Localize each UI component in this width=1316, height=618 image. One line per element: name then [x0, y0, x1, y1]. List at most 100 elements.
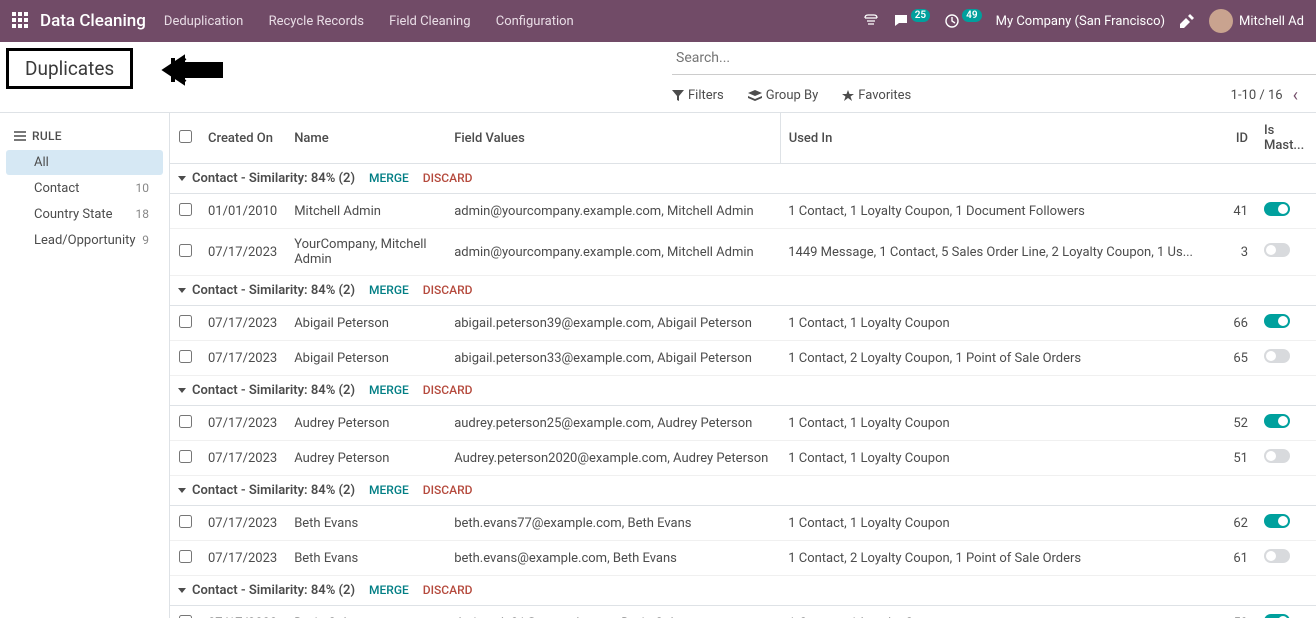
- row-checkbox[interactable]: [179, 550, 192, 563]
- group-title: Contact - Similarity: 84% (2): [192, 483, 355, 498]
- table-row[interactable]: 07/17/2023Beth Evansbeth.evans77@example…: [170, 506, 1316, 541]
- title-row: Duplicates Filters Group By Favorites 1-…: [0, 42, 1316, 112]
- discard-button[interactable]: DISCARD: [423, 483, 473, 497]
- group-title: Contact - Similarity: 84% (2): [192, 283, 355, 298]
- merge-button[interactable]: MERGE: [369, 171, 409, 185]
- table-row[interactable]: 07/17/2023Doris Coledoris.cole31@example…: [170, 606, 1316, 618]
- col-name[interactable]: Name: [286, 113, 446, 164]
- nav-field-cleaning[interactable]: Field Cleaning: [389, 14, 470, 29]
- row-checkbox[interactable]: [179, 350, 192, 363]
- col-id[interactable]: ID: [1206, 113, 1256, 164]
- col-field-values[interactable]: Field Values: [446, 113, 780, 164]
- row-checkbox[interactable]: [179, 244, 192, 257]
- master-toggle[interactable]: [1264, 202, 1290, 216]
- row-checkbox[interactable]: [179, 450, 192, 463]
- avatar: [1209, 9, 1233, 33]
- col-used-in[interactable]: Used In: [780, 113, 1206, 164]
- arrow-annotation-icon: [155, 50, 225, 90]
- merge-button[interactable]: MERGE: [369, 483, 409, 497]
- cell-master: [1256, 506, 1316, 541]
- group-header[interactable]: Contact - Similarity: 84% (2) MERGE DISCAR…: [170, 476, 1316, 506]
- cell-field-values: Audrey.peterson2020@example.com, Audrey …: [446, 441, 780, 476]
- cell-name: Beth Evans: [286, 506, 446, 541]
- master-toggle[interactable]: [1264, 549, 1290, 563]
- group-header[interactable]: Contact - Similarity: 84% (2) MERGE DISCAR…: [170, 376, 1316, 406]
- discard-button[interactable]: DISCARD: [423, 383, 473, 397]
- app-brand[interactable]: Data Cleaning: [40, 11, 146, 31]
- cell-name: Mitchell Admin: [286, 194, 446, 229]
- caret-down-icon: [178, 288, 186, 293]
- sidebar-item-contact[interactable]: Contact10: [6, 176, 163, 201]
- caret-down-icon: [178, 588, 186, 593]
- col-master[interactable]: Is Mast...: [1256, 113, 1316, 164]
- master-toggle[interactable]: [1264, 449, 1290, 463]
- master-toggle[interactable]: [1264, 414, 1290, 428]
- master-toggle[interactable]: [1264, 514, 1290, 528]
- table-row[interactable]: 07/17/2023Audrey PetersonAudrey.peterson…: [170, 441, 1316, 476]
- cell-created: 07/17/2023: [200, 606, 286, 618]
- row-checkbox[interactable]: [179, 615, 192, 618]
- master-toggle[interactable]: [1264, 349, 1290, 363]
- pager: 1-10 / 16 ‹: [1231, 85, 1298, 106]
- user-menu[interactable]: Mitchell Ad: [1209, 9, 1304, 33]
- cell-name: Audrey Peterson: [286, 406, 446, 441]
- table-row[interactable]: 07/17/2023Audrey Petersonaudrey.peterson…: [170, 406, 1316, 441]
- nav-dedup[interactable]: Deduplication: [164, 14, 243, 29]
- cell-field-values: abigail.peterson39@example.com, Abigail …: [446, 306, 780, 341]
- cell-field-values: admin@yourcompany.example.com, Mitchell …: [446, 229, 780, 276]
- cell-used-in: 1 Contact, 2 Loyalty Coupon, 1 Point of …: [780, 541, 1206, 576]
- row-checkbox[interactable]: [179, 203, 192, 216]
- chat-icon[interactable]: 25: [893, 13, 930, 29]
- apps-icon[interactable]: [12, 12, 30, 30]
- merge-button[interactable]: MERGE: [369, 583, 409, 597]
- filter-icon: [672, 90, 684, 102]
- clock-icon[interactable]: 49: [944, 13, 981, 29]
- table-row[interactable]: 01/01/2010Mitchell Adminadmin@yourcompan…: [170, 194, 1316, 229]
- table-row[interactable]: 07/17/2023Abigail Petersonabigail.peters…: [170, 306, 1316, 341]
- row-checkbox[interactable]: [179, 515, 192, 528]
- table-row[interactable]: 07/17/2023Abigail Petersonabigail.peters…: [170, 341, 1316, 376]
- favorites-button[interactable]: Favorites: [842, 88, 911, 103]
- pager-prev[interactable]: ‹: [1293, 85, 1298, 106]
- sidebar-item-lead-opportunity[interactable]: Lead/Opportunity9: [6, 228, 163, 253]
- select-all-checkbox[interactable]: [179, 130, 192, 143]
- sidebar-item-all[interactable]: All: [6, 150, 163, 175]
- tray-icon[interactable]: [863, 13, 879, 29]
- cell-id: 3: [1206, 229, 1256, 276]
- row-checkbox[interactable]: [179, 315, 192, 328]
- master-toggle[interactable]: [1264, 243, 1290, 257]
- cell-id: 65: [1206, 341, 1256, 376]
- cell-created: 07/17/2023: [200, 341, 286, 376]
- master-toggle[interactable]: [1264, 614, 1290, 618]
- table-row[interactable]: 07/17/2023YourCompany, Mitchell Adminadm…: [170, 229, 1316, 276]
- list-icon: [14, 131, 26, 141]
- group-header[interactable]: Contact - Similarity: 84% (2) MERGE DISCAR…: [170, 276, 1316, 306]
- group-header[interactable]: Contact - Similarity: 84% (2)MERGEDISCAR…: [170, 164, 1316, 194]
- table-row[interactable]: 07/17/2023Beth Evansbeth.evans@example.c…: [170, 541, 1316, 576]
- col-created[interactable]: Created On: [200, 113, 286, 164]
- master-toggle[interactable]: [1264, 314, 1290, 328]
- filters-button[interactable]: Filters: [672, 88, 724, 103]
- search-input[interactable]: [672, 42, 1316, 75]
- row-checkbox[interactable]: [179, 415, 192, 428]
- cell-name: Doris Cole: [286, 606, 446, 618]
- merge-button[interactable]: MERGE: [369, 283, 409, 297]
- user-name: Mitchell Ad: [1239, 14, 1304, 29]
- company-selector[interactable]: My Company (San Francisco): [996, 14, 1165, 29]
- tools-icon[interactable]: [1179, 13, 1195, 29]
- cell-id: 52: [1206, 406, 1256, 441]
- group-header[interactable]: Contact - Similarity: 84% (2)MERGEDISCAR…: [170, 576, 1316, 606]
- nav-recycle[interactable]: Recycle Records: [269, 14, 364, 29]
- discard-button[interactable]: DISCARD: [423, 283, 473, 297]
- group-by-button[interactable]: Group By: [748, 88, 819, 103]
- cell-id: 62: [1206, 506, 1256, 541]
- cell-master: [1256, 306, 1316, 341]
- discard-button[interactable]: DISCARD: [423, 171, 473, 185]
- sidebar-item-country-state[interactable]: Country State18: [6, 202, 163, 227]
- group-title: Contact - Similarity: 84% (2): [192, 383, 355, 398]
- cell-id: 51: [1206, 441, 1256, 476]
- cell-used-in: 1 Contact, 1 Loyalty Coupon: [780, 606, 1206, 618]
- merge-button[interactable]: MERGE: [369, 383, 409, 397]
- nav-configuration[interactable]: Configuration: [496, 14, 574, 29]
- discard-button[interactable]: DISCARD: [423, 583, 473, 597]
